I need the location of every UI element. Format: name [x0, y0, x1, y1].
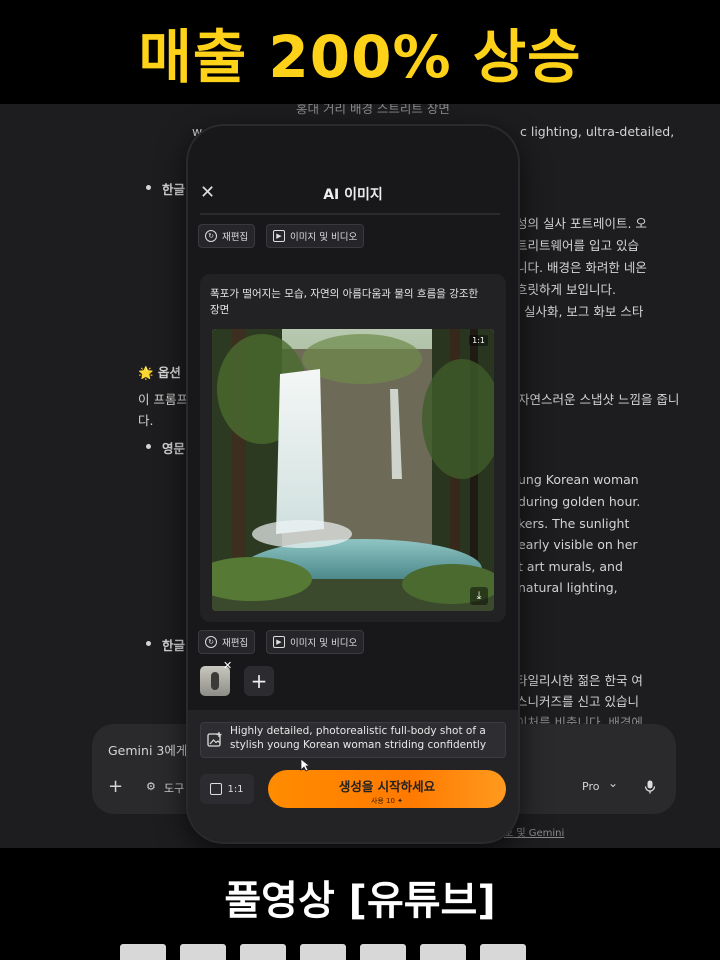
cropped-caption	[120, 942, 600, 960]
tools-icon[interactable]: ⚙	[146, 780, 156, 793]
bg-desc-cont: 다.	[138, 413, 154, 428]
bullet-dot	[146, 641, 151, 646]
chevron-down-icon[interactable]: ⌄	[608, 776, 618, 790]
bottom-banner: 풀영상 [유튜브]	[0, 848, 720, 960]
bg-line-ko: 타일리시한 젊은 한국 여	[516, 673, 643, 688]
aspect-ratio-button[interactable]: 1:1	[200, 774, 254, 804]
add-attachment-button[interactable]: +	[244, 666, 274, 696]
square-icon	[210, 783, 223, 795]
reedit-icon: ↻	[205, 230, 217, 242]
add-button[interactable]: +	[108, 776, 123, 797]
prompt-text: 폭포가 떨어지는 모습, 자연의 아름다움과 물의 흐름을 강조한 장면	[210, 288, 479, 316]
bg-line-ko: 스니커즈를 신고 있습니	[516, 694, 639, 709]
generate-button[interactable]: 생성을 시작하세요 사용 10 ✦	[268, 770, 506, 808]
thumbnail-figure	[211, 672, 219, 690]
tools-button[interactable]: 도구	[164, 780, 184, 796]
image-video-button-2[interactable]: ▶ 이미지 및 비디오	[266, 630, 365, 654]
image-add-icon	[207, 732, 222, 747]
reedit-label: 재편집	[222, 638, 249, 649]
bg-line: 성의 실사 포트레이트. 오	[516, 216, 647, 231]
prompt-input-text[interactable]: Highly detailed, photorealistic full-bod…	[230, 724, 490, 752]
bullet-dot	[146, 185, 151, 190]
generate-sublabel: 사용 10 ✦	[370, 797, 404, 805]
bg-line-en: ung Korean woman	[518, 472, 639, 487]
bullet-dot	[146, 444, 151, 449]
bg-line-en: kers. The sunlight	[518, 516, 630, 531]
bg-line: , 실사화, 보그 화보 스타	[516, 304, 644, 319]
reedit-label: 재편집	[222, 232, 249, 243]
bg-desc-right: 자연스러운 스냅샷 느낌을 줍니	[518, 392, 680, 407]
top-banner-text: 매출 200% 상승	[138, 23, 582, 91]
image-video-label: 이미지 및 비디오	[290, 232, 358, 243]
bottom-banner-text: 풀영상 [유튜브]	[224, 878, 496, 924]
top-banner: 매출 200% 상승	[0, 0, 720, 104]
generated-image[interactable]: 1:1 ⤓	[212, 329, 494, 611]
waterfall-image	[212, 329, 494, 611]
bg-line-en: t art murals, and	[518, 559, 623, 574]
bg-line-en: during golden hour.	[518, 494, 641, 509]
cursor-icon	[300, 758, 310, 772]
bg-line: 트리트웨어를 입고 있습	[516, 238, 639, 253]
aspect-ratio-label: 1:1	[227, 783, 244, 795]
divider	[200, 213, 500, 215]
screen-title: AI 이미지	[323, 187, 383, 203]
reedit-button-2[interactable]: ↻ 재편집	[198, 630, 256, 654]
bg-line: 흐릿하게 보입니다.	[516, 282, 616, 297]
image-video-label: 이미지 및 비디오	[290, 638, 358, 649]
generate-label: 생성을 시작하세요	[338, 779, 436, 794]
image-video-button[interactable]: ▶ 이미지 및 비디오	[266, 224, 365, 248]
play-icon: ▶	[273, 230, 285, 242]
bg-line-en: natural lighting,	[518, 580, 618, 595]
bg-line: 니다. 배경은 화려한 네온	[516, 260, 647, 275]
bg-line-en: early visible on her	[518, 537, 638, 552]
download-icon[interactable]: ⤓	[470, 587, 488, 605]
aspect-badge: 1:1	[469, 335, 488, 346]
bg-top-line-right: c lighting, ultra-detailed,	[520, 124, 675, 139]
bg-bullet1: 한글	[162, 182, 186, 197]
reedit-icon: ↻	[205, 636, 217, 648]
play-icon: ▶	[273, 636, 285, 648]
mic-icon[interactable]	[644, 780, 656, 794]
bg-bullet3: 한글	[162, 638, 186, 653]
reedit-button[interactable]: ↻ 재편집	[198, 224, 256, 248]
model-select[interactable]: Pro	[582, 780, 599, 793]
bg-top-line: 홍대 거리 배경 스트리트 장면	[296, 104, 450, 116]
remove-attachment-icon[interactable]: ✕	[223, 659, 232, 672]
phone-mockup: ✕ AI 이미지 ↻ 재편집 ▶ 이미지 및 비디오 폭포가 떨어지는 모습, …	[188, 126, 518, 842]
bg-bullet2: 영문	[162, 441, 186, 456]
